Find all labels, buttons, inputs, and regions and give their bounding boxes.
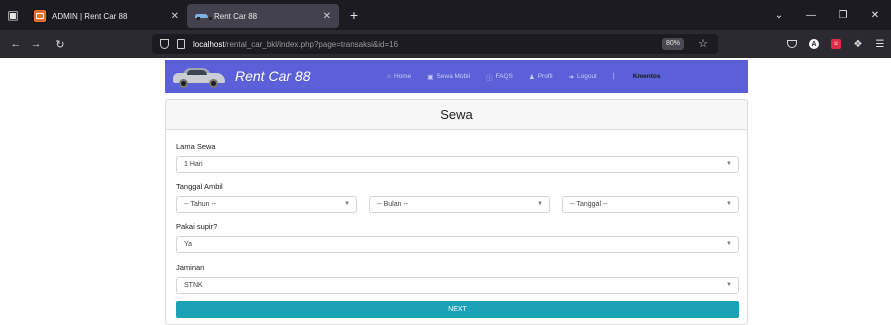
- nav-item-faqs[interactable]: ⓘ FAQS: [486, 72, 513, 82]
- url-path: /rental_car_bkl/index.php?page=transaksi…: [224, 39, 399, 49]
- page-content: Rent Car 88 ⌂ Home ▣ Sewa Mobil ⓘ FAQS ♟ Pro…: [0, 58, 891, 325]
- browser-tab-admin[interactable]: ADMIN | Rent Car 88 ✕: [26, 4, 187, 28]
- tab-close-icon[interactable]: ✕: [323, 11, 331, 22]
- window-controls: ⌄ — ❐ ✕: [763, 0, 891, 30]
- tahun-select[interactable]: -- Tahun -- ▼: [176, 196, 357, 213]
- tanggal-ambil-label: Tanggal Ambil: [176, 182, 223, 191]
- nav-item-logout[interactable]: ➜ Logout: [569, 73, 597, 81]
- user-icon: ♟: [528, 73, 535, 81]
- tab-overview-icon[interactable]: ▣: [0, 0, 26, 30]
- url-bar[interactable]: localhost/rental_car_bkl/index.php?page=…: [152, 34, 718, 54]
- back-arrow-icon[interactable]: ←: [6, 38, 26, 50]
- chevron-down-icon: ▼: [726, 282, 732, 288]
- tab-close-icon[interactable]: ✕: [171, 11, 179, 22]
- reload-icon[interactable]: ↻: [50, 38, 70, 51]
- nav-item-label: Logout: [576, 73, 597, 80]
- car-icon: ▣: [427, 73, 434, 81]
- car-logo-icon[interactable]: [173, 66, 225, 88]
- bulan-select[interactable]: -- Bulan -- ▼: [369, 196, 550, 213]
- pocket-icon[interactable]: [781, 40, 803, 48]
- site-navbar: Rent Car 88 ⌂ Home ▣ Sewa Mobil ⓘ FAQS ♟ Pro…: [165, 60, 748, 93]
- question-icon: ⓘ: [486, 74, 493, 82]
- tab-title: ADMIN | Rent Car 88: [52, 11, 128, 21]
- nav-item-label: Profil: [537, 73, 553, 80]
- supir-select[interactable]: Ya ▼: [176, 236, 739, 253]
- browser-toolbar: A u ❖ ☰: [781, 30, 891, 58]
- chevron-down-icon: ▼: [344, 201, 350, 207]
- chevron-down-icon: ▼: [726, 201, 732, 207]
- chevron-down-icon: ▼: [726, 161, 732, 167]
- sewa-form-card: Sewa Lama Sewa 1 Hari ▼ Tanggal Ambil --…: [165, 99, 748, 325]
- ublock-icon[interactable]: u: [825, 39, 847, 49]
- zoom-badge[interactable]: 80%: [661, 38, 684, 50]
- supir-label: Pakai supir?: [176, 222, 218, 231]
- select-value: -- Tanggal --: [570, 201, 608, 208]
- nav-username[interactable]: Kmentos: [633, 73, 661, 80]
- nav-separator: |: [612, 73, 615, 80]
- select-value: -- Bulan --: [377, 201, 409, 208]
- nav-item-label: Sewa Mobil: [436, 73, 471, 80]
- browser-nav-bar: ← → ↻ localhost/rental_car_bkl/index.php…: [0, 30, 891, 58]
- select-value: 1 Hari: [184, 161, 203, 168]
- jaminan-select[interactable]: STNK ▼: [176, 277, 739, 294]
- lama-sewa-label: Lama Sewa: [176, 142, 216, 151]
- page-info-icon[interactable]: [177, 39, 185, 49]
- jaminan-label: Jaminan: [176, 263, 205, 272]
- home-icon: ⌂: [387, 73, 391, 80]
- chevron-down-icon: ▼: [537, 201, 543, 207]
- car-favicon-icon: [195, 13, 212, 20]
- tracking-shield-icon[interactable]: [160, 39, 169, 49]
- next-button[interactable]: NEXT: [176, 301, 739, 318]
- lama-sewa-select[interactable]: 1 Hari ▼: [176, 156, 739, 173]
- nav-item-label: FAQS: [495, 73, 513, 80]
- browser-tab-strip: ▣ ADMIN | Rent Car 88 ✕ Rent Car 88 ✕ + …: [0, 0, 891, 30]
- tanggal-select[interactable]: -- Tanggal -- ▼: [562, 196, 739, 213]
- close-window-icon[interactable]: ✕: [859, 10, 891, 21]
- chevron-down-icon: ▼: [726, 241, 732, 247]
- account-icon[interactable]: A: [803, 39, 825, 49]
- nav-item-label: Home: [393, 73, 412, 80]
- forward-arrow-icon[interactable]: →: [26, 38, 46, 50]
- browser-tab-rentcar[interactable]: Rent Car 88 ✕: [187, 4, 339, 28]
- nav-item-profil[interactable]: ♟ Profil: [529, 73, 553, 81]
- form-title: Sewa: [166, 100, 747, 130]
- select-value: STNK: [184, 282, 203, 289]
- select-value: -- Tahun --: [184, 201, 217, 208]
- url-host: localhost: [193, 39, 225, 49]
- restore-icon[interactable]: ❐: [827, 10, 859, 21]
- admin-favicon-icon: [34, 10, 46, 22]
- tab-list-chevron-icon[interactable]: ⌄: [763, 10, 795, 21]
- tab-title: Rent Car 88: [214, 11, 258, 21]
- bookmark-star-icon[interactable]: ☆: [698, 37, 708, 50]
- menu-icon[interactable]: ☰: [869, 39, 891, 50]
- brand-name[interactable]: Rent Car 88: [235, 68, 310, 84]
- logout-icon: ➜: [568, 73, 574, 81]
- nav-item-home[interactable]: ⌂ Home: [387, 73, 411, 80]
- nav-item-sewa-mobil[interactable]: ▣ Sewa Mobil: [427, 73, 470, 81]
- select-value: Ya: [184, 241, 193, 248]
- new-tab-icon[interactable]: +: [345, 7, 363, 23]
- minimize-icon[interactable]: —: [795, 10, 827, 21]
- extensions-icon[interactable]: ❖: [847, 39, 869, 50]
- site-nav-items: ⌂ Home ▣ Sewa Mobil ⓘ FAQS ♟ Profil ➜ Logout …: [387, 60, 661, 93]
